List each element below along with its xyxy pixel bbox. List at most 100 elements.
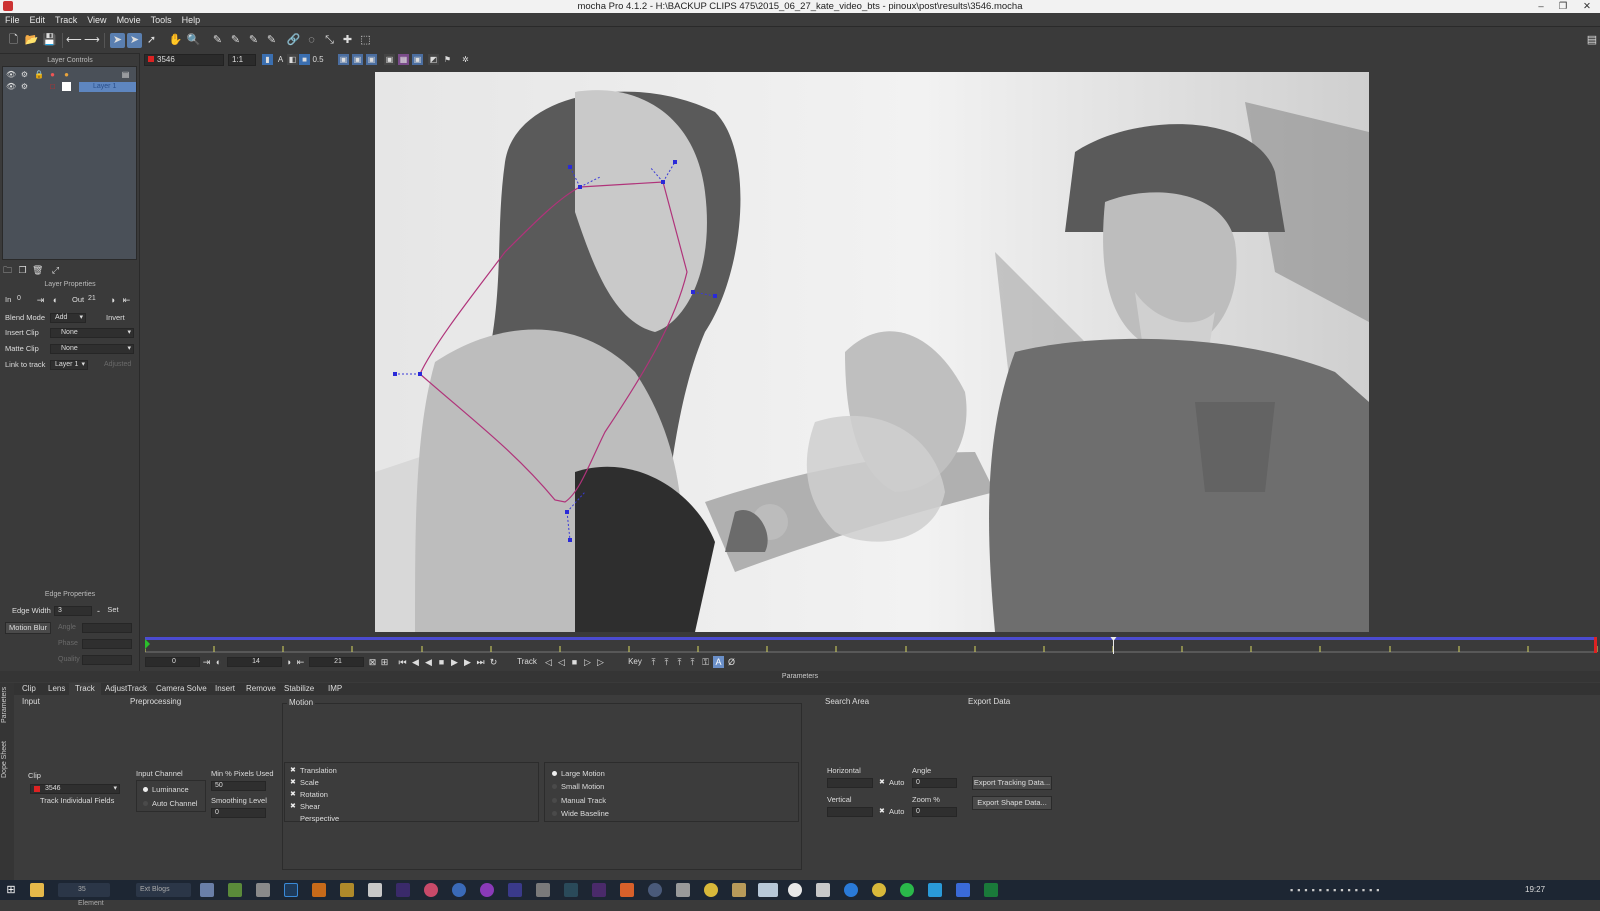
menu-track[interactable]: Track bbox=[50, 13, 82, 27]
invert-checkbox[interactable]: Invert bbox=[94, 312, 125, 324]
matte-icon[interactable]: ● bbox=[62, 70, 71, 79]
pan-tool-icon[interactable]: ✋ bbox=[168, 33, 183, 48]
track-backward-frame-icon[interactable]: ◁ bbox=[556, 656, 567, 668]
scale-checkbox[interactable]: Scale bbox=[290, 777, 319, 788]
expand-icon[interactable]: ⤢ bbox=[50, 264, 61, 276]
tab-remove[interactable]: Remove bbox=[240, 683, 282, 695]
redo-icon[interactable]: ⟶ bbox=[84, 33, 100, 48]
spotify-icon[interactable] bbox=[900, 883, 914, 897]
menu-help[interactable]: Help bbox=[177, 13, 206, 27]
out-keyframe-icon[interactable]: ◑ bbox=[107, 294, 118, 306]
view-grid-icon[interactable]: ▦ bbox=[398, 54, 409, 65]
perspective-checkbox[interactable]: Perspective bbox=[290, 813, 339, 824]
bridge-icon[interactable] bbox=[340, 883, 354, 897]
out-point-icon[interactable]: ◑ bbox=[283, 656, 294, 668]
duplicate-layer-icon[interactable]: ❐ bbox=[17, 264, 28, 276]
large-motion-radio[interactable]: Large Motion bbox=[551, 768, 605, 779]
alpha-toggle[interactable]: A bbox=[275, 54, 286, 65]
menu-edit[interactable]: Edit bbox=[25, 13, 51, 27]
input-clip-select[interactable]: 3546 bbox=[30, 784, 120, 794]
color-channel-icon[interactable]: ▮ bbox=[262, 54, 273, 65]
taskbar-app-icon[interactable] bbox=[480, 883, 494, 897]
tab-insert[interactable]: Insert bbox=[209, 683, 241, 695]
reset-timeline-icon[interactable]: ⊞ bbox=[379, 656, 390, 668]
set-in-icon[interactable]: ⇥ bbox=[35, 294, 46, 306]
photoshop-icon[interactable] bbox=[284, 883, 298, 897]
taskbar-app-icon[interactable] bbox=[732, 883, 746, 897]
quality-field[interactable] bbox=[82, 655, 132, 665]
illustrator-icon[interactable] bbox=[312, 883, 326, 897]
motion-blur-toggle[interactable]: Motion Blur bbox=[5, 622, 51, 634]
close-button[interactable]: ✕ bbox=[1576, 0, 1598, 13]
new-project-icon[interactable]: 🗋 bbox=[6, 33, 21, 48]
zoom-tool-icon[interactable]: 🔍 bbox=[186, 33, 201, 48]
tab-stabilize[interactable]: Stabilize bbox=[278, 683, 320, 695]
taskbar-item-element[interactable]: 35 Element bbox=[58, 883, 110, 907]
transform-tool-icon[interactable]: ⤡ bbox=[322, 33, 337, 48]
view-splines-icon[interactable]: ▣ bbox=[352, 54, 363, 65]
taskbar-app-icon[interactable] bbox=[620, 883, 634, 897]
small-motion-radio[interactable]: Small Motion bbox=[551, 781, 604, 792]
link-to-track-select[interactable]: Layer 1 bbox=[50, 360, 88, 370]
new-layer-icon[interactable]: 🗀 bbox=[2, 264, 13, 276]
export-shape-data-button[interactable]: Export Shape Data... bbox=[972, 796, 1052, 810]
phase-field[interactable] bbox=[82, 639, 132, 649]
layer-list[interactable]: 👁 ⚙ 🔒 ● ● ▤ 👁 ⚙ □ Layer 1 bbox=[2, 66, 137, 260]
out-value[interactable]: 21 bbox=[85, 295, 103, 305]
timeline-start-field[interactable]: 0 bbox=[145, 657, 200, 667]
add-key-icon[interactable]: ⤒ bbox=[661, 656, 672, 668]
horizontal-auto-checkbox[interactable]: Auto bbox=[879, 777, 904, 788]
rotation-checkbox[interactable]: Rotation bbox=[290, 789, 328, 800]
taskbar-app-icon[interactable] bbox=[200, 883, 214, 897]
luminance-radio[interactable]: Luminance bbox=[142, 784, 189, 795]
menu-movie[interactable]: Movie bbox=[112, 13, 146, 27]
open-project-icon[interactable]: 📂 bbox=[24, 33, 39, 48]
vertical-auto-checkbox[interactable]: Auto bbox=[879, 806, 904, 817]
visibility-icon[interactable]: 👁 bbox=[6, 70, 16, 79]
excel-icon[interactable] bbox=[984, 883, 998, 897]
timeline[interactable] bbox=[144, 634, 1600, 656]
taskbar-app-icon[interactable] bbox=[508, 883, 522, 897]
tab-adjusttrack[interactable]: AdjustTrack bbox=[99, 683, 153, 695]
export-tracking-data-button[interactable]: Export Tracking Data... bbox=[972, 776, 1052, 790]
mattes-icon[interactable]: ■ bbox=[299, 54, 310, 65]
min-pixels-field[interactable]: 50 bbox=[211, 781, 266, 791]
zoom-selector[interactable]: 1:1 bbox=[228, 54, 256, 66]
select-tool-icon[interactable]: ➤ bbox=[110, 33, 125, 48]
skype-icon[interactable] bbox=[928, 883, 942, 897]
maximize-button[interactable]: ❐ bbox=[1552, 0, 1574, 13]
taskbar-app-icon[interactable] bbox=[368, 883, 382, 897]
autokey-icon[interactable]: ⚿ bbox=[700, 656, 711, 668]
in-keyframe-icon[interactable]: ◐ bbox=[50, 294, 61, 306]
tab-clip[interactable]: Clip bbox=[16, 683, 42, 695]
insert-clip-select[interactable]: None bbox=[50, 328, 134, 338]
angle-field[interactable] bbox=[82, 623, 132, 633]
play-forward-icon[interactable]: ▶ bbox=[449, 656, 460, 668]
visibility-icon[interactable]: 👁 bbox=[6, 82, 16, 91]
timeline-end-field[interactable]: 21 bbox=[309, 657, 364, 667]
link-tool-icon[interactable]: 🔗 bbox=[286, 33, 301, 48]
gear-icon[interactable]: ⚙ bbox=[20, 82, 29, 91]
clip-viewer[interactable] bbox=[375, 72, 1369, 632]
angle-field[interactable]: 0 bbox=[912, 778, 957, 788]
play-backward-icon[interactable]: ◀ bbox=[423, 656, 434, 668]
system-tray-icons[interactable]: ▪▪▪▪▪▪▪▪▪▪▪▪▪ bbox=[1290, 883, 1490, 897]
next-key-icon[interactable]: ⤒ bbox=[687, 656, 698, 668]
taskbar-app-icon[interactable] bbox=[648, 883, 662, 897]
edge-set-button[interactable]: Set bbox=[104, 605, 122, 617]
taskbar-item-blogs[interactable]: Ext Blogs bbox=[136, 883, 191, 897]
taskbar-app-icon[interactable] bbox=[228, 883, 242, 897]
menu-tools[interactable]: Tools bbox=[146, 13, 177, 27]
next-frame-icon[interactable]: ▶ bbox=[462, 656, 473, 668]
taskbar-app-icon[interactable] bbox=[256, 883, 270, 897]
in-point-icon[interactable]: ◐ bbox=[213, 656, 224, 668]
zoom-timeline-icon[interactable]: ⊠ bbox=[367, 656, 378, 668]
timeline-ruler[interactable] bbox=[144, 634, 1600, 656]
layer-name[interactable]: Layer 1 bbox=[79, 82, 136, 92]
taskbar-app-icon[interactable] bbox=[816, 883, 830, 897]
adjusted-checkbox[interactable]: Adjusted bbox=[104, 359, 131, 371]
minimize-button[interactable]: ‒ bbox=[1530, 0, 1552, 13]
view-trace-icon[interactable]: ▣ bbox=[412, 54, 423, 65]
matte-swatch[interactable] bbox=[62, 82, 71, 91]
panel-menu-icon[interactable]: ▤ bbox=[1586, 33, 1598, 48]
